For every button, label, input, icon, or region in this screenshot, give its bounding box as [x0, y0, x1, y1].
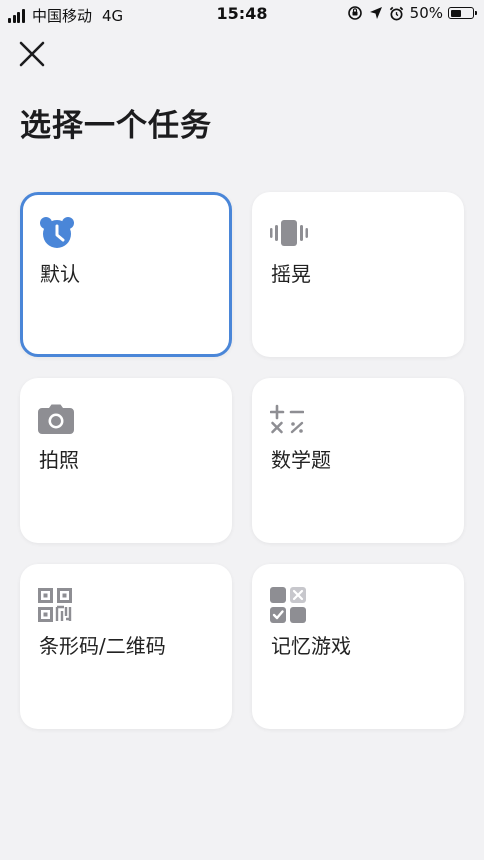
status-bar: 中国移动 4G 15:48 50%: [0, 0, 484, 28]
battery-icon: [448, 7, 477, 19]
task-card-photo[interactable]: 拍照: [20, 378, 232, 543]
page-title: 选择一个任务: [20, 108, 212, 144]
task-label: 拍照: [39, 448, 79, 472]
task-card-math[interactable]: 数学题: [252, 378, 464, 543]
close-icon: [19, 41, 45, 67]
task-card-shake[interactable]: 摇晃: [252, 192, 464, 357]
task-card-default[interactable]: 默认: [20, 192, 232, 357]
camera-icon: [38, 402, 76, 436]
status-right: 50%: [347, 4, 477, 22]
close-button[interactable]: [16, 38, 48, 70]
task-label: 默认: [40, 262, 80, 286]
battery-percent: 50%: [409, 4, 443, 22]
task-label: 摇晃: [271, 262, 311, 286]
memory-grid-icon: [270, 587, 308, 623]
orientation-lock-icon: [347, 5, 363, 21]
location-arrow-icon: [369, 6, 383, 20]
alarm-clock-icon: [39, 216, 77, 250]
task-label: 条形码/二维码: [39, 634, 166, 658]
task-grid: 默认 摇晃 拍照 数学题 条形码/二维码 记忆游戏: [20, 192, 466, 729]
task-card-barcode[interactable]: 条形码/二维码: [20, 564, 232, 729]
alarm-icon: [389, 6, 404, 21]
task-label: 记忆游戏: [271, 634, 351, 658]
math-operators-icon: [270, 402, 308, 436]
battery-fill: [450, 9, 461, 17]
task-card-memory[interactable]: 记忆游戏: [252, 564, 464, 729]
qr-code-icon: [38, 588, 76, 622]
task-label: 数学题: [271, 448, 331, 472]
vibrate-phone-icon: [270, 216, 308, 250]
